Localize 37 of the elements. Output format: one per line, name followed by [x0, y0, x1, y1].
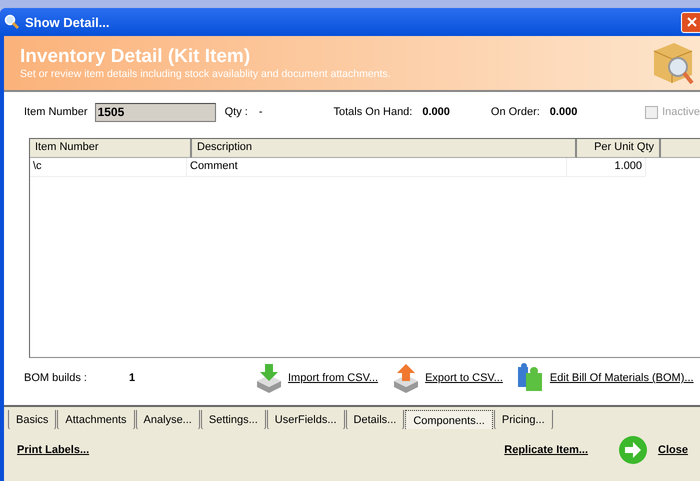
action-link[interactable]: Edit Bill Of Materials (BOM)...	[550, 372, 694, 384]
close-link[interactable]: Close	[658, 444, 688, 456]
tab[interactable]: Settings...	[200, 410, 266, 430]
bom-builds-label: BOM builds :	[24, 372, 88, 384]
on-hand-value: 0.000	[422, 106, 450, 118]
magnifier-icon	[4, 14, 20, 30]
bom-builds-value: 1	[129, 372, 136, 384]
tab[interactable]: Analyse...	[136, 410, 200, 430]
table-cell: 1.000	[567, 158, 646, 177]
table-cell: \c	[30, 158, 187, 177]
qty-value: -	[258, 106, 262, 118]
close-button[interactable]	[681, 12, 700, 32]
header-title: Inventory Detail (Kit Item)	[20, 46, 252, 68]
action-link[interactable]: Export to CSV...	[425, 372, 503, 384]
on-hand-label: Totals On Hand:	[333, 106, 412, 118]
item-number-field[interactable]: 1505	[94, 102, 216, 122]
tab[interactable]: Details...	[346, 410, 404, 430]
window-title: Show Detail...	[25, 14, 110, 30]
item-number-label: Item Number	[24, 106, 88, 118]
header-subtitle: Set or review item details including stock availablity and document attachments.	[20, 68, 392, 80]
replicate-item-link[interactable]: Replicate Item...	[504, 444, 588, 456]
on-order-value: 0.000	[550, 106, 578, 118]
column-header[interactable]: Per Unit Qty	[577, 139, 661, 158]
column-header[interactable]: Description	[192, 139, 577, 158]
tab[interactable]: UserFields...	[266, 410, 345, 430]
tab[interactable]: Attachments	[57, 410, 135, 430]
table-cell: Comment	[187, 158, 567, 177]
tab[interactable]: Pricing...	[494, 410, 553, 430]
column-header[interactable]: Item Number	[30, 139, 192, 158]
action-link[interactable]: Import from CSV...	[288, 372, 378, 384]
close-icon	[686, 17, 696, 27]
inactive-label: Inactive	[662, 106, 700, 118]
print-labels-link[interactable]: Print Labels...	[17, 444, 90, 456]
on-order-label: On Order:	[490, 106, 540, 118]
tray-down-arrow-icon	[254, 363, 284, 393]
qty-label: Qty :	[224, 106, 248, 118]
tab[interactable]: Basics	[8, 410, 56, 430]
